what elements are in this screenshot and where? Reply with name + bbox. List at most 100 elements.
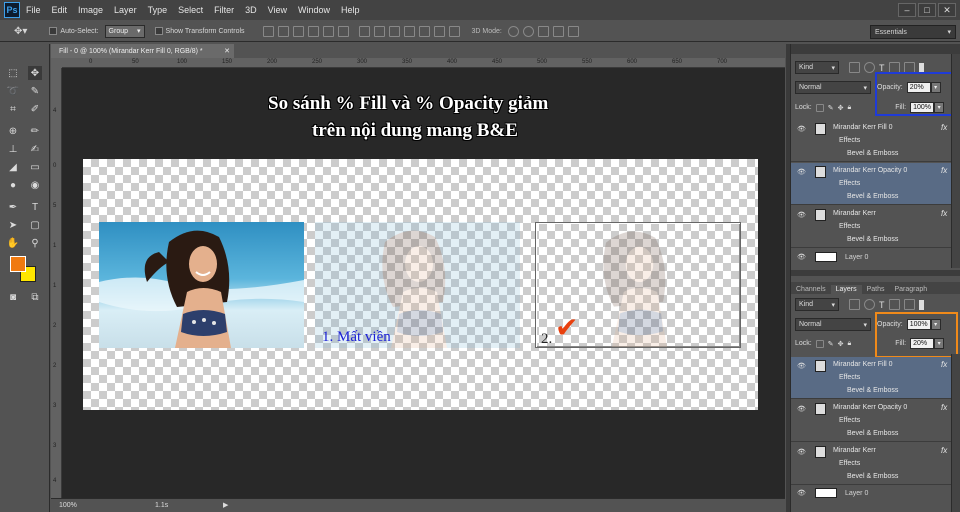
type-tool-icon[interactable]: T xyxy=(28,200,42,214)
healing-tool-icon[interactable]: ⊕ xyxy=(6,124,20,138)
kind-filter-dropdown[interactable]: Kind ▾ xyxy=(795,298,839,311)
filter-smart-icon[interactable] xyxy=(903,299,915,310)
menu-type[interactable]: Type xyxy=(148,5,168,15)
3d-pan-icon[interactable] xyxy=(537,25,549,37)
layer-row-selected[interactable]: 👁︎ Mirandar Kerr Fill 0 fx Effects Bevel… xyxy=(791,357,951,399)
tab-channels[interactable]: Channels xyxy=(791,285,831,294)
horizontal-ruler[interactable]: 0 50 100 150 200 250 300 350 400 450 500… xyxy=(62,58,785,68)
auto-select-checkbox[interactable] xyxy=(49,27,58,35)
path-select-tool-icon[interactable]: ➤ xyxy=(6,218,20,232)
filter-pixel-icon[interactable] xyxy=(849,299,860,310)
layer-row[interactable]: 👁︎ Mirandar Kerr fx Effects Bevel & Embo… xyxy=(791,206,951,248)
gradient-tool-icon[interactable]: ▭ xyxy=(28,160,42,174)
auto-align-icon[interactable] xyxy=(448,25,460,37)
fx-icon[interactable]: fx xyxy=(941,360,947,369)
quick-select-tool-icon[interactable]: ✎ xyxy=(28,84,42,98)
kind-filter-dropdown[interactable]: Kind ▾ xyxy=(795,61,839,74)
tab-layers[interactable]: Layers xyxy=(830,285,862,294)
document-canvas[interactable]: 1. Mất viền 2. ✔ xyxy=(83,159,758,410)
lasso-tool-icon[interactable]: ➰ xyxy=(6,84,20,98)
menu-filter[interactable]: Filter xyxy=(214,5,234,15)
background-layer-row[interactable]: 👁︎ Layer 0 xyxy=(791,487,951,501)
3d-slide-icon[interactable] xyxy=(552,25,564,37)
lock-pixels-icon[interactable]: ✎ xyxy=(828,104,834,112)
align-hcenter-icon[interactable] xyxy=(322,25,334,37)
filter-shape-icon[interactable] xyxy=(888,299,900,310)
fx-icon[interactable]: fx xyxy=(941,446,947,455)
lock-position-icon[interactable]: ✥ xyxy=(838,104,844,112)
layer-row[interactable]: 👁︎ Mirandar Kerr fx Effects Bevel & Embo… xyxy=(791,443,951,485)
eyedropper-tool-icon[interactable]: ✐ xyxy=(28,102,42,116)
layer-row[interactable]: 👁︎ Mirandar Kerr Fill 0 fx Effects Bevel… xyxy=(791,120,951,162)
lock-transparent-icon[interactable] xyxy=(815,339,824,348)
lock-all-icon[interactable]: 🔒︎ xyxy=(847,340,851,348)
effect-bevel-emboss[interactable]: Bevel & Emboss xyxy=(847,150,898,157)
shape-tool-icon[interactable]: ▢ xyxy=(28,218,42,232)
align-top-icon[interactable] xyxy=(262,25,274,37)
menu-edit[interactable]: Edit xyxy=(52,5,68,15)
layer-row-selected[interactable]: 👁︎ Mirandar Kerr Opacity 0 fx Effects Be… xyxy=(791,163,951,205)
background-layer-row[interactable]: 👁︎ Layer 0 xyxy=(791,251,951,265)
quick-mask-icon[interactable]: ◙ xyxy=(6,290,20,304)
3d-roll-icon[interactable] xyxy=(522,25,534,37)
lock-pixels-icon[interactable]: ✎ xyxy=(828,340,834,348)
blend-mode-dropdown[interactable]: Normal ▾ xyxy=(795,81,871,94)
move-tool-icon[interactable]: ✥ xyxy=(28,66,42,80)
stamp-tool-icon[interactable]: ⊥ xyxy=(6,142,20,156)
align-bottom-icon[interactable] xyxy=(292,25,304,37)
distribute-vcenter-icon[interactable] xyxy=(373,25,385,37)
distribute-left-icon[interactable] xyxy=(403,25,415,37)
tab-paths[interactable]: Paths xyxy=(862,285,890,294)
crop-tool-icon[interactable]: ⌗ xyxy=(6,102,20,116)
menu-layer[interactable]: Layer xyxy=(114,5,137,15)
filter-type-icon[interactable]: T xyxy=(879,300,885,310)
fx-icon[interactable]: fx xyxy=(941,166,947,175)
visibility-eye-icon[interactable]: 👁︎ xyxy=(797,253,806,261)
distribute-right-icon[interactable] xyxy=(433,25,445,37)
tab-paragraph[interactable]: Paragraph xyxy=(890,285,933,294)
lock-position-icon[interactable]: ✥ xyxy=(838,340,844,348)
align-vcenter-icon[interactable] xyxy=(277,25,289,37)
visibility-eye-icon[interactable]: 👁︎ xyxy=(797,448,806,456)
menu-help[interactable]: Help xyxy=(341,5,360,15)
minimize-button[interactable]: – xyxy=(898,3,916,17)
close-button[interactable]: ✕ xyxy=(938,3,956,17)
effect-bevel-emboss[interactable]: Bevel & Emboss xyxy=(847,193,898,200)
layers-scrollbar[interactable] xyxy=(951,354,960,512)
align-right-icon[interactable] xyxy=(337,25,349,37)
layers-scrollbar[interactable] xyxy=(951,54,960,268)
lock-all-icon[interactable]: 🔒︎ xyxy=(847,104,851,112)
screen-mode-icon[interactable]: ⧉ xyxy=(28,290,42,304)
align-left-icon[interactable] xyxy=(307,25,319,37)
filter-adjust-icon[interactable] xyxy=(864,299,875,310)
menu-window[interactable]: Window xyxy=(298,5,330,15)
dodge-tool-icon[interactable]: ◉ xyxy=(28,178,42,192)
fx-icon[interactable]: fx xyxy=(941,403,947,412)
3d-scale-icon[interactable] xyxy=(567,25,579,37)
visibility-eye-icon[interactable]: 👁︎ xyxy=(797,489,806,497)
lock-transparent-icon[interactable] xyxy=(815,103,824,112)
effect-bevel-emboss[interactable]: Bevel & Emboss xyxy=(847,430,898,437)
effect-bevel-emboss[interactable]: Bevel & Emboss xyxy=(847,236,898,243)
effect-bevel-emboss[interactable]: Bevel & Emboss xyxy=(847,473,898,480)
menu-select[interactable]: Select xyxy=(178,5,203,15)
close-tab-icon[interactable]: ✕ xyxy=(224,47,230,55)
effect-bevel-emboss[interactable]: Bevel & Emboss xyxy=(847,387,898,394)
filter-toggle-icon[interactable] xyxy=(918,62,924,73)
history-brush-tool-icon[interactable]: ✍ xyxy=(28,142,42,156)
blend-mode-dropdown[interactable]: Normal ▾ xyxy=(795,318,871,331)
zoom-level[interactable]: 100% xyxy=(59,502,77,509)
blur-tool-icon[interactable]: ● xyxy=(6,178,20,192)
auto-select-dropdown[interactable]: Group ▾ xyxy=(104,24,145,38)
eraser-tool-icon[interactable]: ◢ xyxy=(6,160,20,174)
filter-adjust-icon[interactable] xyxy=(864,62,875,73)
zoom-tool-icon[interactable]: ⚲ xyxy=(28,236,42,250)
distribute-top-icon[interactable] xyxy=(358,25,370,37)
pen-tool-icon[interactable]: ✒ xyxy=(6,200,20,214)
workspace-switcher[interactable]: Essentials ▾ xyxy=(870,25,956,39)
visibility-eye-icon[interactable]: 👁︎ xyxy=(797,405,806,413)
status-arrow-icon[interactable]: ▶ xyxy=(223,501,228,509)
menu-3d[interactable]: 3D xyxy=(245,5,257,15)
filter-toggle-icon[interactable] xyxy=(918,299,924,310)
move-tool-icon[interactable]: ✥▾ xyxy=(14,26,27,37)
